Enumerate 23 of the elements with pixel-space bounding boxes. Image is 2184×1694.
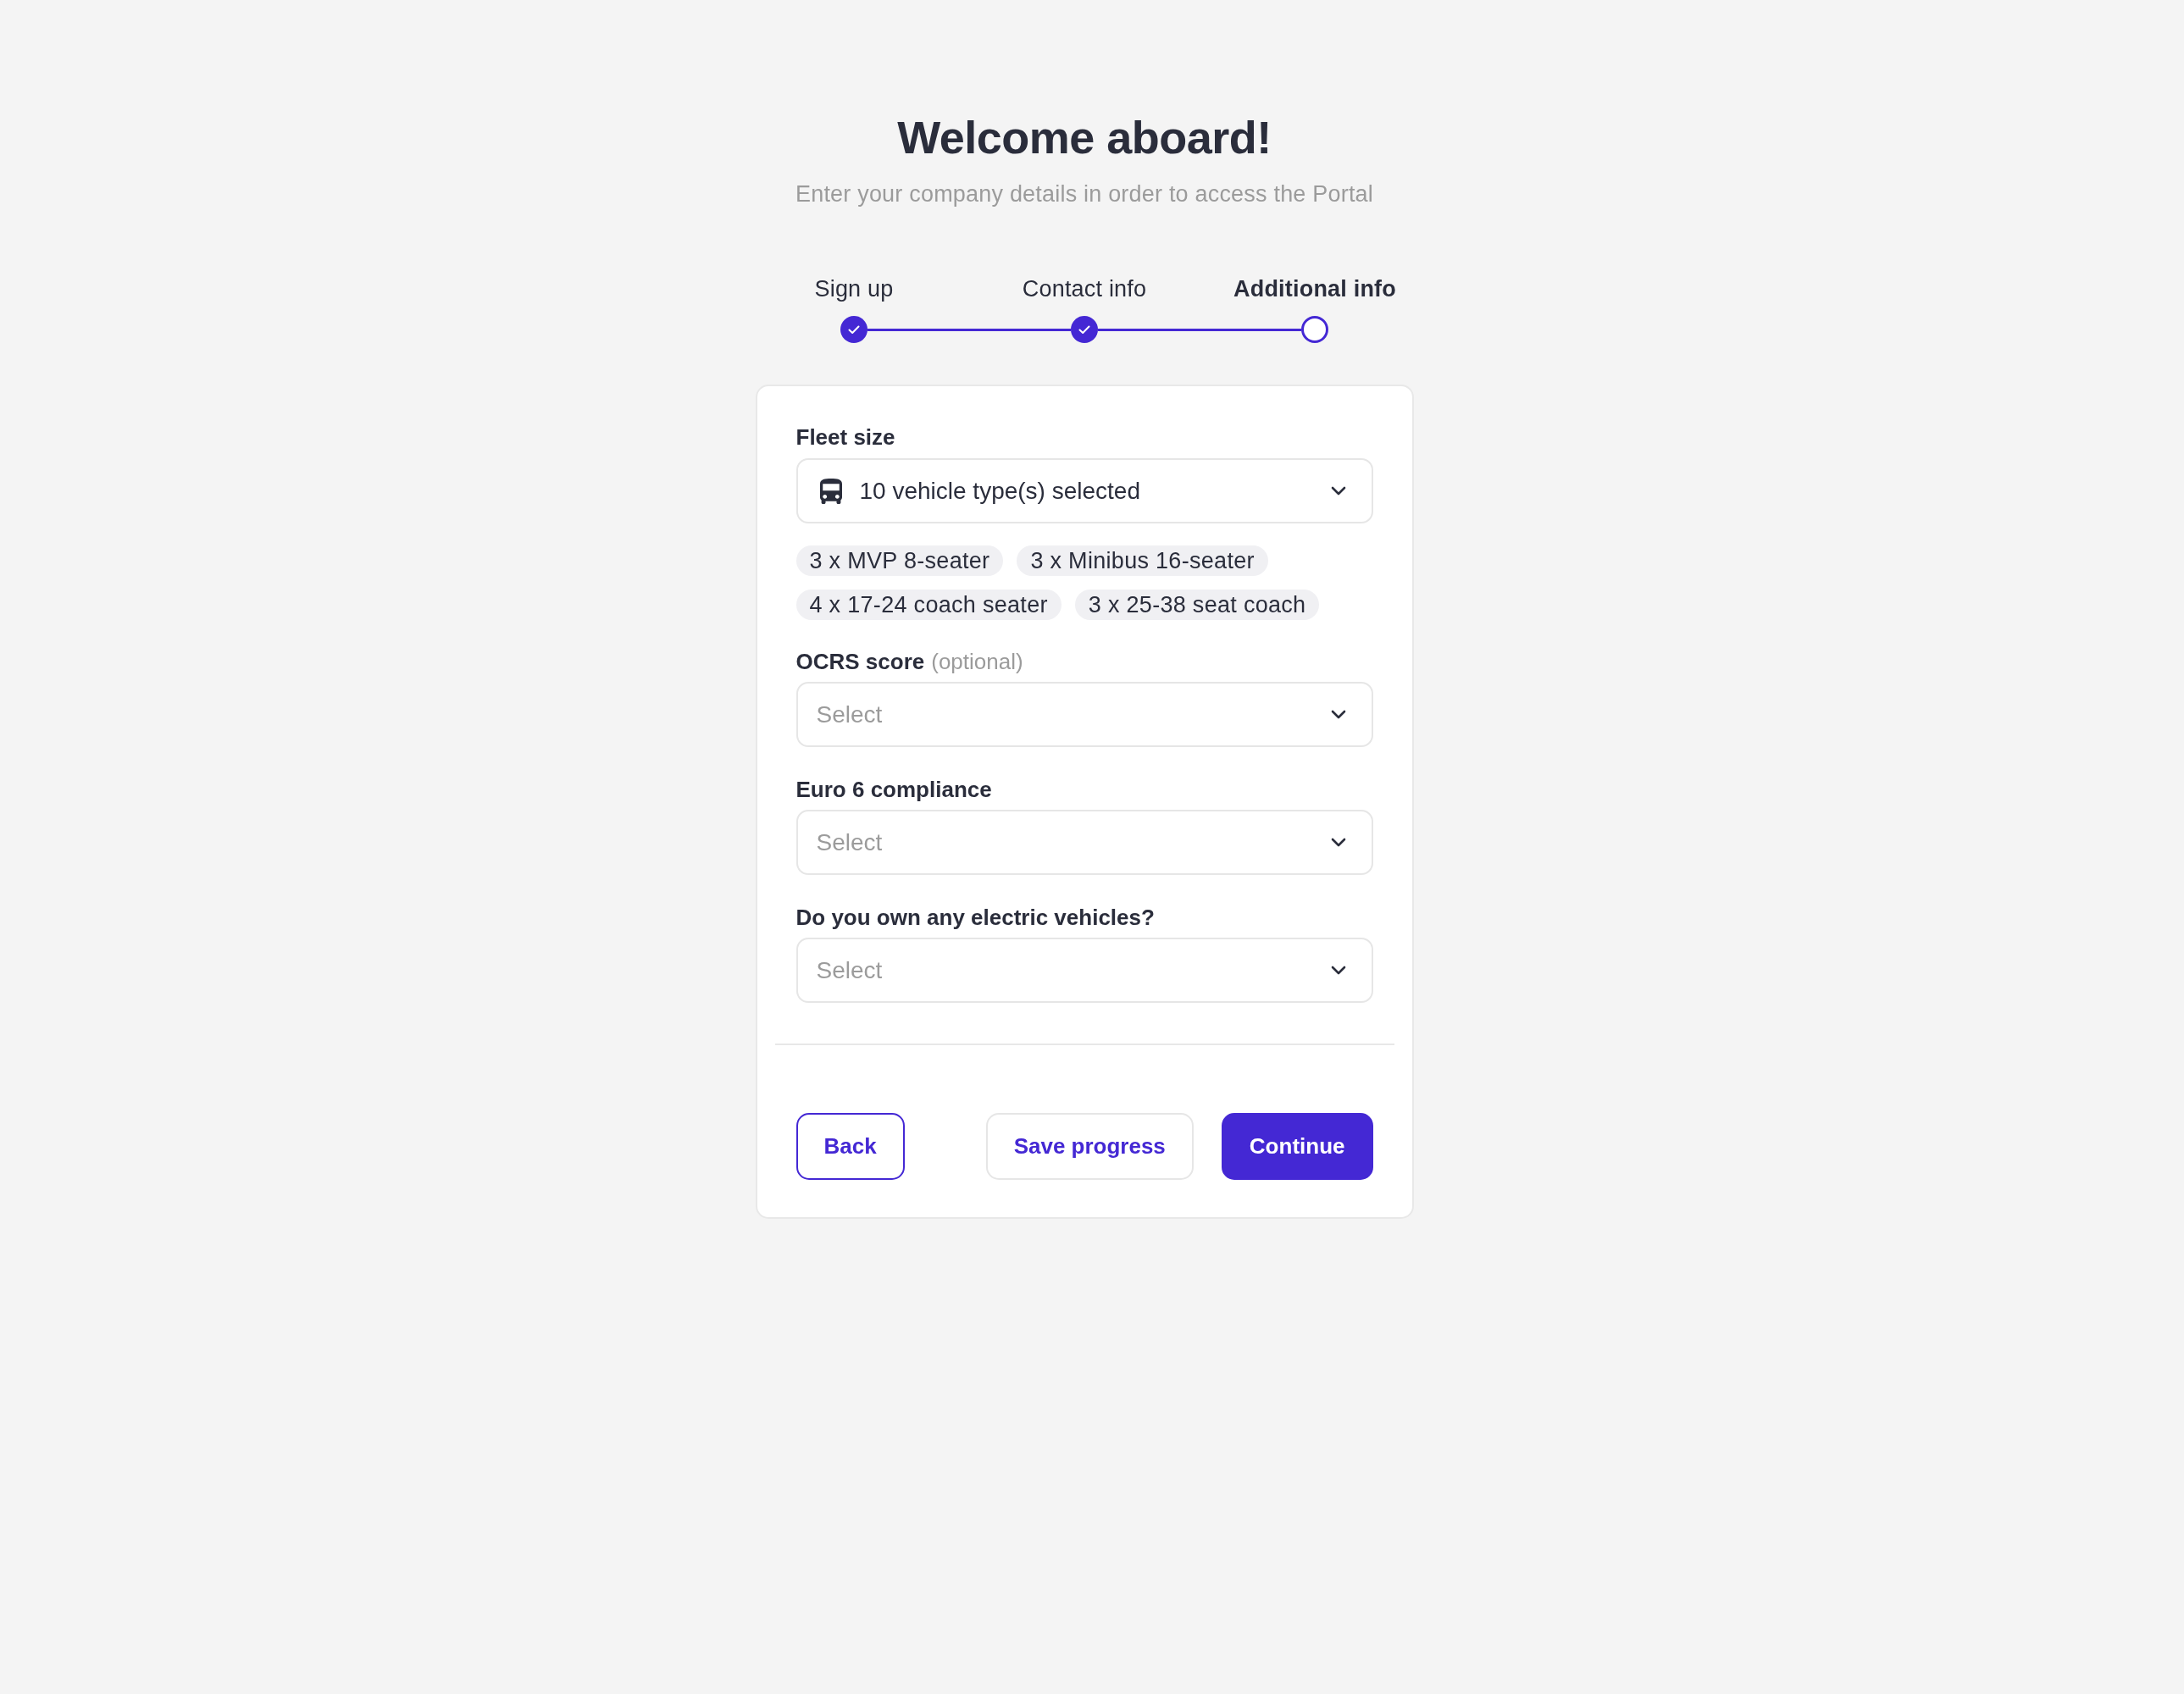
chevron-down-icon (1330, 710, 1346, 719)
chevron-down-icon (1330, 486, 1346, 495)
select-field[interactable]: 10 vehicle type(s) selected (795, 458, 1373, 523)
field-label: Do you own any electric vehicles? (795, 904, 1155, 932)
page-title: Welcome aboard! (897, 111, 1272, 164)
vehicle-chip: 4 x 17-24 coach seater (795, 590, 1062, 620)
bus-icon (819, 478, 842, 504)
step-label: Contact info (1022, 275, 1147, 303)
secondary-button[interactable]: Save progress (985, 1113, 1194, 1180)
vehicle-chip: 3 x Minibus 16-seater (1017, 545, 1268, 576)
vehicle-chip: 3 x MVP 8-seater (795, 545, 1004, 576)
step-label: Sign up (814, 275, 894, 303)
field-label: OCRS score (795, 648, 925, 676)
chevron-down-icon (1330, 966, 1346, 975)
field-label: Fleet size (795, 424, 896, 451)
page-subtitle: Enter your company details in order to access the Portal (795, 180, 1373, 208)
outline-button[interactable]: Back (795, 1113, 905, 1180)
field-label: Euro 6 compliance (795, 776, 992, 804)
optional-hint: (optional) (931, 648, 1023, 676)
vehicle-chip: 3 x 25-38 seat coach (1074, 590, 1320, 620)
step-label: Additional info (1233, 275, 1396, 303)
primary-button[interactable]: Continue (1221, 1113, 1373, 1180)
chevron-down-icon (1330, 838, 1346, 847)
